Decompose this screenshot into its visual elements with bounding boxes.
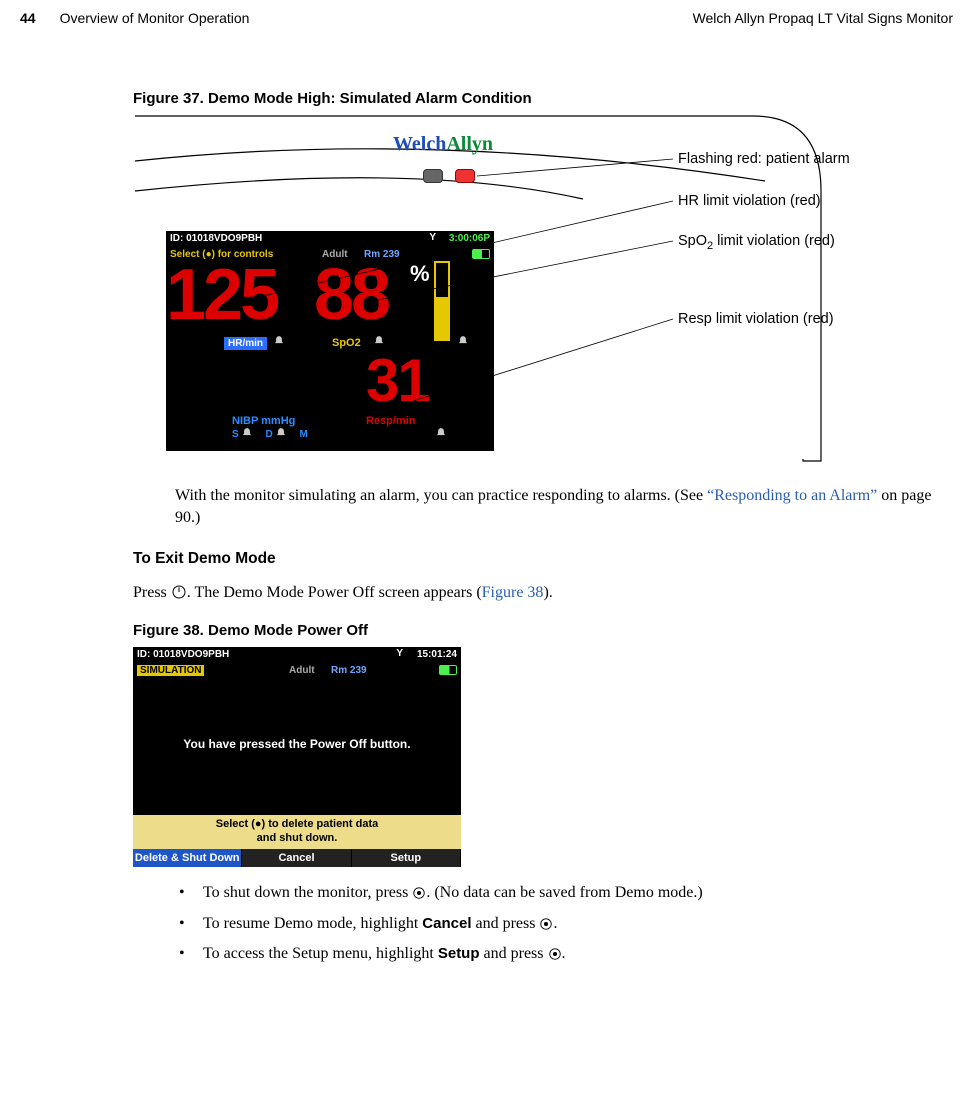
softkey-delete-shutdown[interactable]: Delete & Shut Down	[133, 849, 242, 867]
figure37: WelchAllyn Flashing red: patient alarm H…	[133, 111, 953, 471]
figure37-caption: Figure 37. Demo Mode High: Simulated Ala…	[133, 90, 953, 107]
b3-a: To access the Setup menu, highlight	[203, 945, 438, 962]
bullet-resume: To resume Demo mode, highlight Cancel an…	[175, 912, 953, 937]
select-button-icon	[412, 886, 426, 900]
battery-icon	[439, 665, 457, 675]
exit-p-a: Press	[133, 584, 171, 601]
figure38-screen: ID: 01018VDO9PBH Y 15:01:24 SIMULATION A…	[133, 647, 461, 867]
exit-p-c: ).	[543, 584, 552, 601]
antenna-icon: Y	[396, 648, 403, 659]
softkey-row: Delete & Shut Down Cancel Setup	[133, 849, 461, 867]
bullet-shutdown: To shut down the monitor, press . (No da…	[175, 881, 953, 906]
b1-b: . (No data can be saved from Demo mode.)	[426, 884, 702, 901]
instruction-bullets: To shut down the monitor, press . (No da…	[175, 881, 953, 967]
b2-bold: Cancel	[422, 915, 471, 932]
figure38-caption: Figure 38. Demo Mode Power Off	[133, 622, 953, 639]
yellow-line-1: Select (●) to delete patient data	[133, 818, 461, 832]
select-button-icon	[539, 917, 553, 931]
screen2-room: Rm 239	[331, 665, 367, 676]
bullet-setup: To access the Setup menu, highlight Setu…	[175, 942, 953, 967]
simulation-badge: SIMULATION	[137, 665, 204, 676]
select-button-icon	[548, 947, 562, 961]
b1-a: To shut down the monitor, press	[203, 884, 412, 901]
power-off-message: You have pressed the Power Off button.	[133, 737, 461, 751]
exit-p-b: . The Demo Mode Power Off screen appears…	[187, 584, 482, 601]
b3-b: and press	[480, 945, 548, 962]
figure37-body-text: With the monitor simulating an alarm, yo…	[175, 485, 953, 528]
power-icon	[171, 584, 187, 600]
screen2-patient-id: ID: 01018VDO9PBH	[137, 649, 229, 660]
b2-c: .	[553, 915, 557, 932]
figure38-link[interactable]: Figure 38	[482, 584, 544, 601]
page-header: 44 Overview of Monitor Operation Welch A…	[0, 0, 973, 30]
softkey-cancel[interactable]: Cancel	[242, 849, 351, 867]
para1-text-a: With the monitor simulating an alarm, yo…	[175, 487, 707, 504]
b3-c: .	[562, 945, 566, 962]
screen2-time: 15:01:24	[417, 649, 457, 660]
page-number: 44	[20, 10, 36, 26]
product-name: Welch Allyn Propaq LT Vital Signs Monito…	[693, 10, 953, 26]
responding-to-alarm-link[interactable]: “Responding to an Alarm”	[707, 487, 877, 504]
yellow-instruction-band: Select (●) to delete patient data and sh…	[133, 815, 461, 849]
section-title: Overview of Monitor Operation	[60, 10, 250, 26]
exit-demo-title: To Exit Demo Mode	[133, 550, 953, 568]
yellow-line-2: and shut down.	[133, 832, 461, 846]
softkey-setup[interactable]: Setup	[352, 849, 461, 867]
b3-bold: Setup	[438, 945, 480, 962]
screen2-patient-type: Adult	[289, 665, 315, 676]
b2-b: and press	[472, 915, 540, 932]
exit-demo-para: Press . The Demo Mode Power Off screen a…	[133, 582, 953, 604]
figure37-callout-lines	[133, 111, 953, 471]
b2-a: To resume Demo mode, highlight	[203, 915, 422, 932]
